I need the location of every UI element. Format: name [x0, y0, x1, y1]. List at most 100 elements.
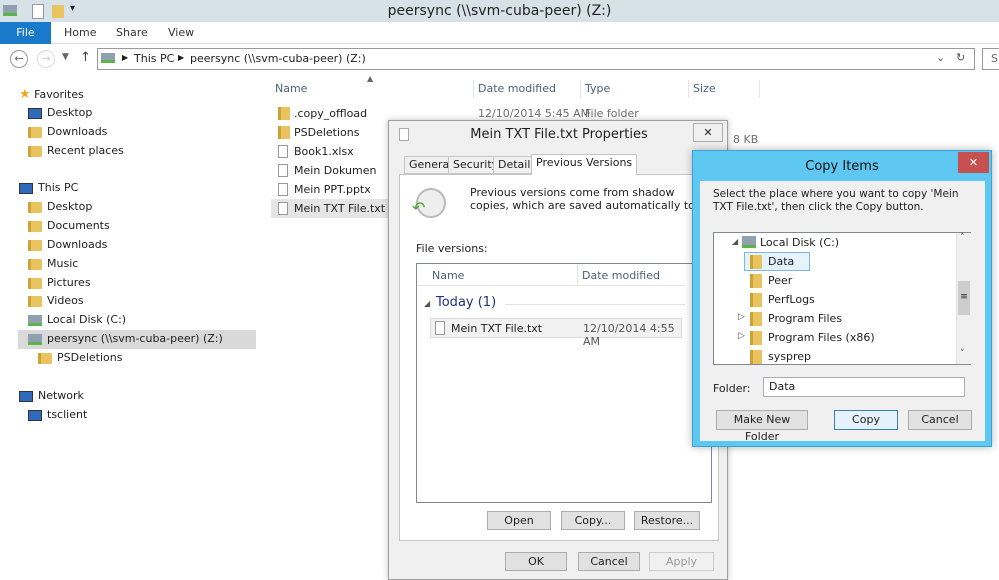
tab-view[interactable]: View: [168, 22, 194, 44]
close-button[interactable]: ✕: [958, 152, 989, 173]
breadcrumb-this-pc[interactable]: This PC: [134, 52, 174, 65]
copy-version-button[interactable]: Copy...: [561, 511, 625, 530]
properties-dialog: Mein TXT File.txt Properties ✕ General S…: [388, 120, 728, 580]
nav-psdeletions[interactable]: PSDeletions: [38, 351, 122, 364]
desktop-icon: [28, 107, 42, 119]
folder-tree[interactable]: ◢ Local Disk (C:) Data Peer PerfLogs ▷ Progr…: [713, 232, 971, 365]
folder-icon: [278, 107, 290, 120]
nav-fav-recent[interactable]: Recent places: [28, 144, 124, 157]
nav-pc-documents[interactable]: Documents: [28, 219, 110, 232]
tab-previous-versions[interactable]: Previous Versions: [531, 154, 638, 175]
tab-share[interactable]: Share: [116, 22, 148, 44]
copy-button[interactable]: Copy: [834, 410, 898, 430]
nav-pc-videos[interactable]: Videos: [28, 294, 84, 307]
nav-pc-music[interactable]: Music: [28, 257, 78, 270]
file-icon: [278, 164, 288, 177]
up-button[interactable]: ↑: [80, 50, 91, 65]
address-dropdown-icon[interactable]: ⌄: [936, 51, 945, 64]
ok-button[interactable]: OK: [505, 552, 567, 571]
folder-input[interactable]: Data: [763, 377, 965, 397]
column-date-modified[interactable]: Date modified: [577, 264, 664, 286]
folder-icon: [28, 277, 42, 289]
ribbon: File Home Share View: [0, 22, 999, 44]
nav-network[interactable]: Network: [19, 389, 84, 402]
search-input[interactable]: S: [982, 48, 999, 70]
folder-icon: [28, 295, 42, 307]
recent-locations-chevron-icon[interactable]: ▼: [62, 52, 69, 62]
tree-item-label: Program Files (x86): [768, 331, 875, 344]
copy-dialog-body: Select the place where you want to copy …: [700, 181, 985, 443]
nav-label: peersync (\\svm-cuba-peer) (Z:): [47, 332, 223, 345]
close-button[interactable]: ✕: [693, 123, 723, 142]
file-icon: [278, 202, 288, 215]
nav-pc-downloads[interactable]: Downloads: [28, 238, 107, 251]
nav-label: Local Disk (C:): [47, 313, 127, 326]
nav-pc-pictures[interactable]: Pictures: [28, 276, 91, 289]
group-divider: [505, 304, 685, 305]
refresh-icon[interactable]: ↻: [956, 51, 965, 64]
file-versions-label: File versions:: [416, 242, 488, 255]
versions-list[interactable]: Name Date modified ◢ Today (1) Mein TXT …: [416, 263, 712, 503]
tree-local-disk[interactable]: Local Disk (C:): [760, 236, 839, 249]
window-title: peersync (\\svm-cuba-peer) (Z:): [387, 3, 612, 19]
collapse-icon[interactable]: ◢: [424, 299, 430, 308]
column-type[interactable]: Type: [581, 80, 689, 98]
nav-label: Videos: [47, 294, 84, 307]
column-name[interactable]: Name: [432, 269, 464, 282]
folder-icon: [28, 220, 42, 232]
nav-label: Desktop: [47, 106, 93, 119]
nav-favorites[interactable]: ★ Favorites: [19, 87, 84, 102]
nav-label: Desktop: [47, 200, 93, 213]
version-row[interactable]: Mein TXT File.txt 12/10/2014 4:55 AM: [430, 318, 682, 348]
file-icon: [278, 145, 288, 158]
properties-title: Mein TXT File.txt Properties: [470, 127, 648, 142]
open-button[interactable]: Open: [487, 511, 551, 530]
nav-fav-downloads[interactable]: Downloads: [28, 125, 107, 138]
folder-label: Folder:: [713, 382, 751, 395]
column-name[interactable]: Name: [271, 80, 474, 98]
scroll-down-icon[interactable]: ˅: [960, 349, 965, 359]
version-name: Mein TXT File.txt: [451, 322, 543, 335]
group-today[interactable]: Today (1): [436, 295, 496, 310]
copy-instructions: Select the place where you want to copy …: [713, 188, 959, 213]
folder-icon: [28, 126, 42, 138]
cancel-button[interactable]: Cancel: [908, 410, 972, 430]
back-button[interactable]: ←: [10, 50, 28, 68]
folder-icon: [28, 239, 42, 251]
collapse-icon[interactable]: ◢: [732, 237, 738, 246]
star-icon: ★: [19, 87, 31, 102]
nav-label: Network: [38, 389, 84, 402]
expand-icon[interactable]: ▷: [738, 312, 745, 322]
forward-button[interactable]: →: [37, 50, 55, 68]
copy-items-title: Copy Items: [805, 159, 879, 174]
tree-scrollbar[interactable]: ˄ ≡ ˅: [956, 233, 971, 364]
scroll-thumb[interactable]: ≡: [958, 281, 970, 315]
network-icon: [19, 390, 33, 402]
nav-fav-desktop[interactable]: Desktop: [28, 106, 92, 119]
file-name: Mein PPT.pptx: [294, 183, 371, 196]
nav-this-pc[interactable]: This PC: [19, 181, 78, 194]
tab-home[interactable]: Home: [64, 22, 96, 44]
nav-label: PSDeletions: [57, 351, 123, 364]
tab-file[interactable]: File: [0, 22, 51, 44]
cancel-button[interactable]: Cancel: [578, 552, 640, 571]
nav-tsclient[interactable]: tsclient: [28, 408, 87, 421]
expand-icon[interactable]: ▷: [738, 331, 745, 341]
breadcrumb-peersync[interactable]: peersync (\\svm-cuba-peer) (Z:): [190, 52, 366, 65]
nav-peersync[interactable]: peersync (\\svm-cuba-peer) (Z:): [28, 332, 223, 345]
restore-button[interactable]: Restore...: [634, 511, 700, 530]
folder-icon: [750, 274, 762, 288]
column-size[interactable]: Size: [689, 80, 760, 98]
address-bar[interactable]: ▶ This PC ▶ peersync (\\svm-cuba-peer) (…: [97, 48, 975, 70]
folder-icon: [278, 126, 290, 139]
file-name: PSDeletions: [294, 126, 360, 139]
nav-label: Recent places: [47, 144, 124, 157]
nav-pc-desktop[interactable]: Desktop: [28, 200, 92, 213]
tree-item-label: Peer: [768, 274, 793, 287]
nav-local-disk[interactable]: Local Disk (C:): [28, 313, 126, 326]
drive-icon: [742, 236, 756, 248]
apply-button[interactable]: Apply: [649, 552, 714, 571]
scroll-up-icon[interactable]: ˄: [960, 233, 965, 243]
column-date-modified[interactable]: Date modified: [474, 80, 581, 98]
make-new-folder-button[interactable]: Make New Folder: [716, 410, 808, 443]
